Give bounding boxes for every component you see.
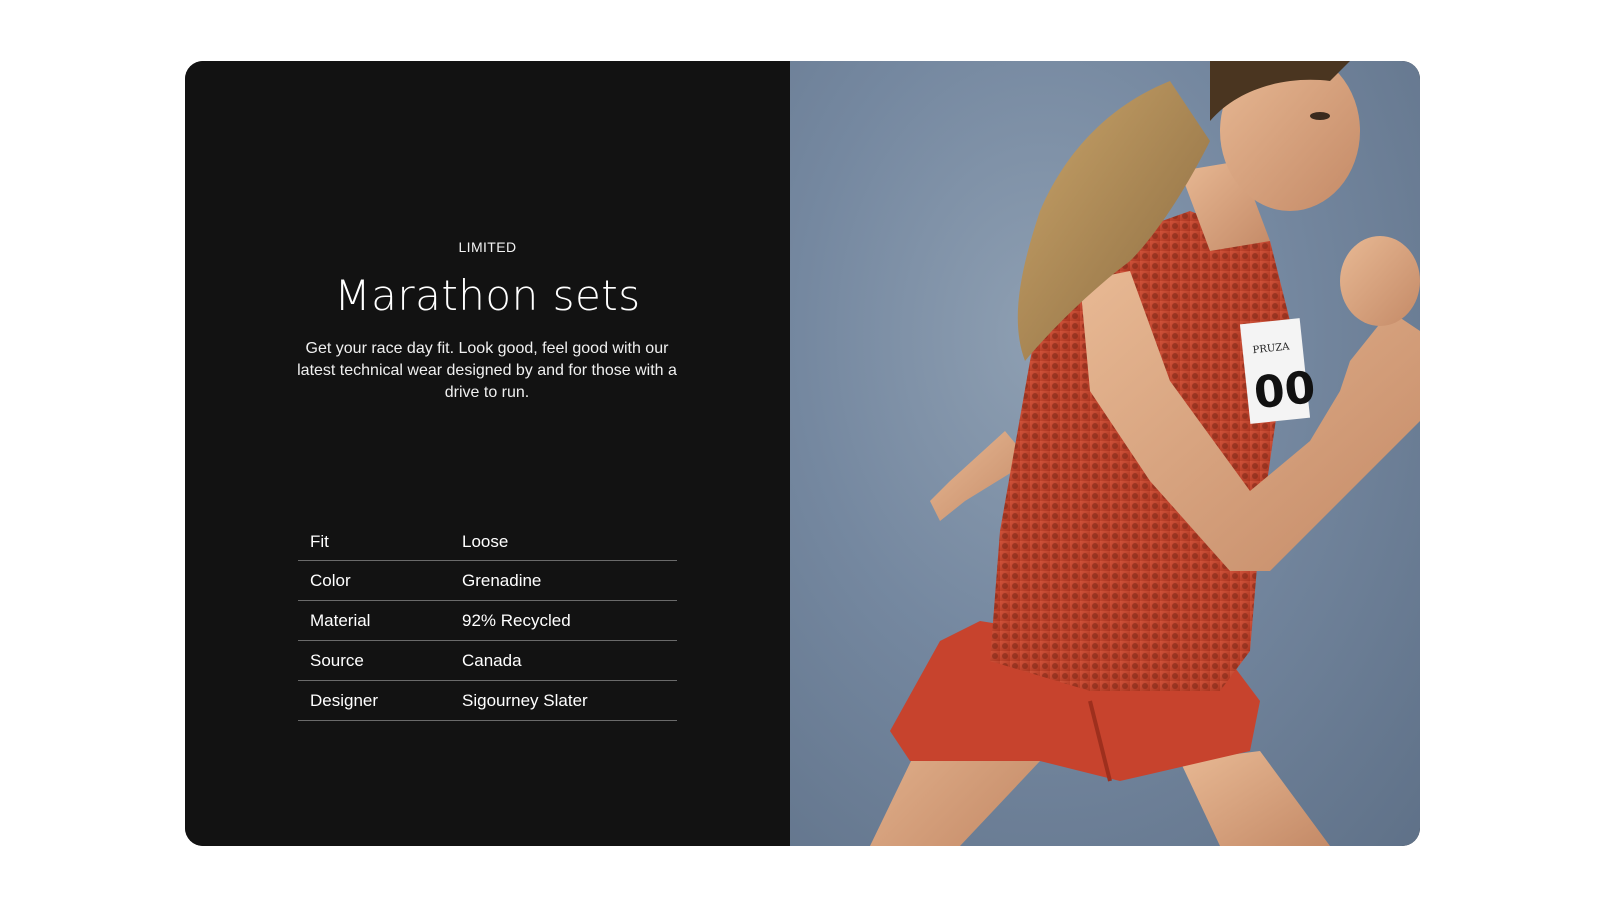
spec-row-designer: Designer Sigourney Slater [298, 681, 677, 721]
eyebrow-label: LIMITED [458, 239, 517, 255]
spec-row-source: Source Canada [298, 641, 677, 681]
spec-row-color: Color Grenadine [298, 561, 677, 601]
runner-illustration: PRUZA 00 [870, 61, 1420, 846]
feature-card: LIMITED Marathon sets Get your race day … [185, 61, 1420, 846]
spec-label: Designer [310, 690, 379, 710]
bib-number: 00 [1252, 362, 1318, 419]
spec-label: Color [310, 570, 351, 590]
feature-description: Get your race day fit. Look good, feel g… [297, 340, 677, 401]
runner-photo: PRUZA 00 [790, 61, 1420, 846]
feature-title: Marathon sets [334, 271, 641, 320]
spec-row-material: Material 92% Recycled [298, 601, 677, 641]
feature-text-panel: LIMITED Marathon sets Get your race day … [185, 61, 790, 846]
spec-row-fit: Fit Loose [298, 532, 677, 561]
spec-table: Fit Loose Color Grenadine Material 92% R… [298, 532, 677, 721]
spec-value: Grenadine [462, 570, 542, 590]
spec-value: Sigourney Slater [462, 690, 588, 710]
spec-value: Loose [462, 532, 509, 551]
spec-value: 92% Recycled [462, 610, 571, 630]
spec-label: Source [310, 650, 364, 670]
spec-label: Material [310, 610, 371, 630]
spec-value: Canada [462, 650, 522, 670]
spec-label: Fit [310, 532, 329, 551]
